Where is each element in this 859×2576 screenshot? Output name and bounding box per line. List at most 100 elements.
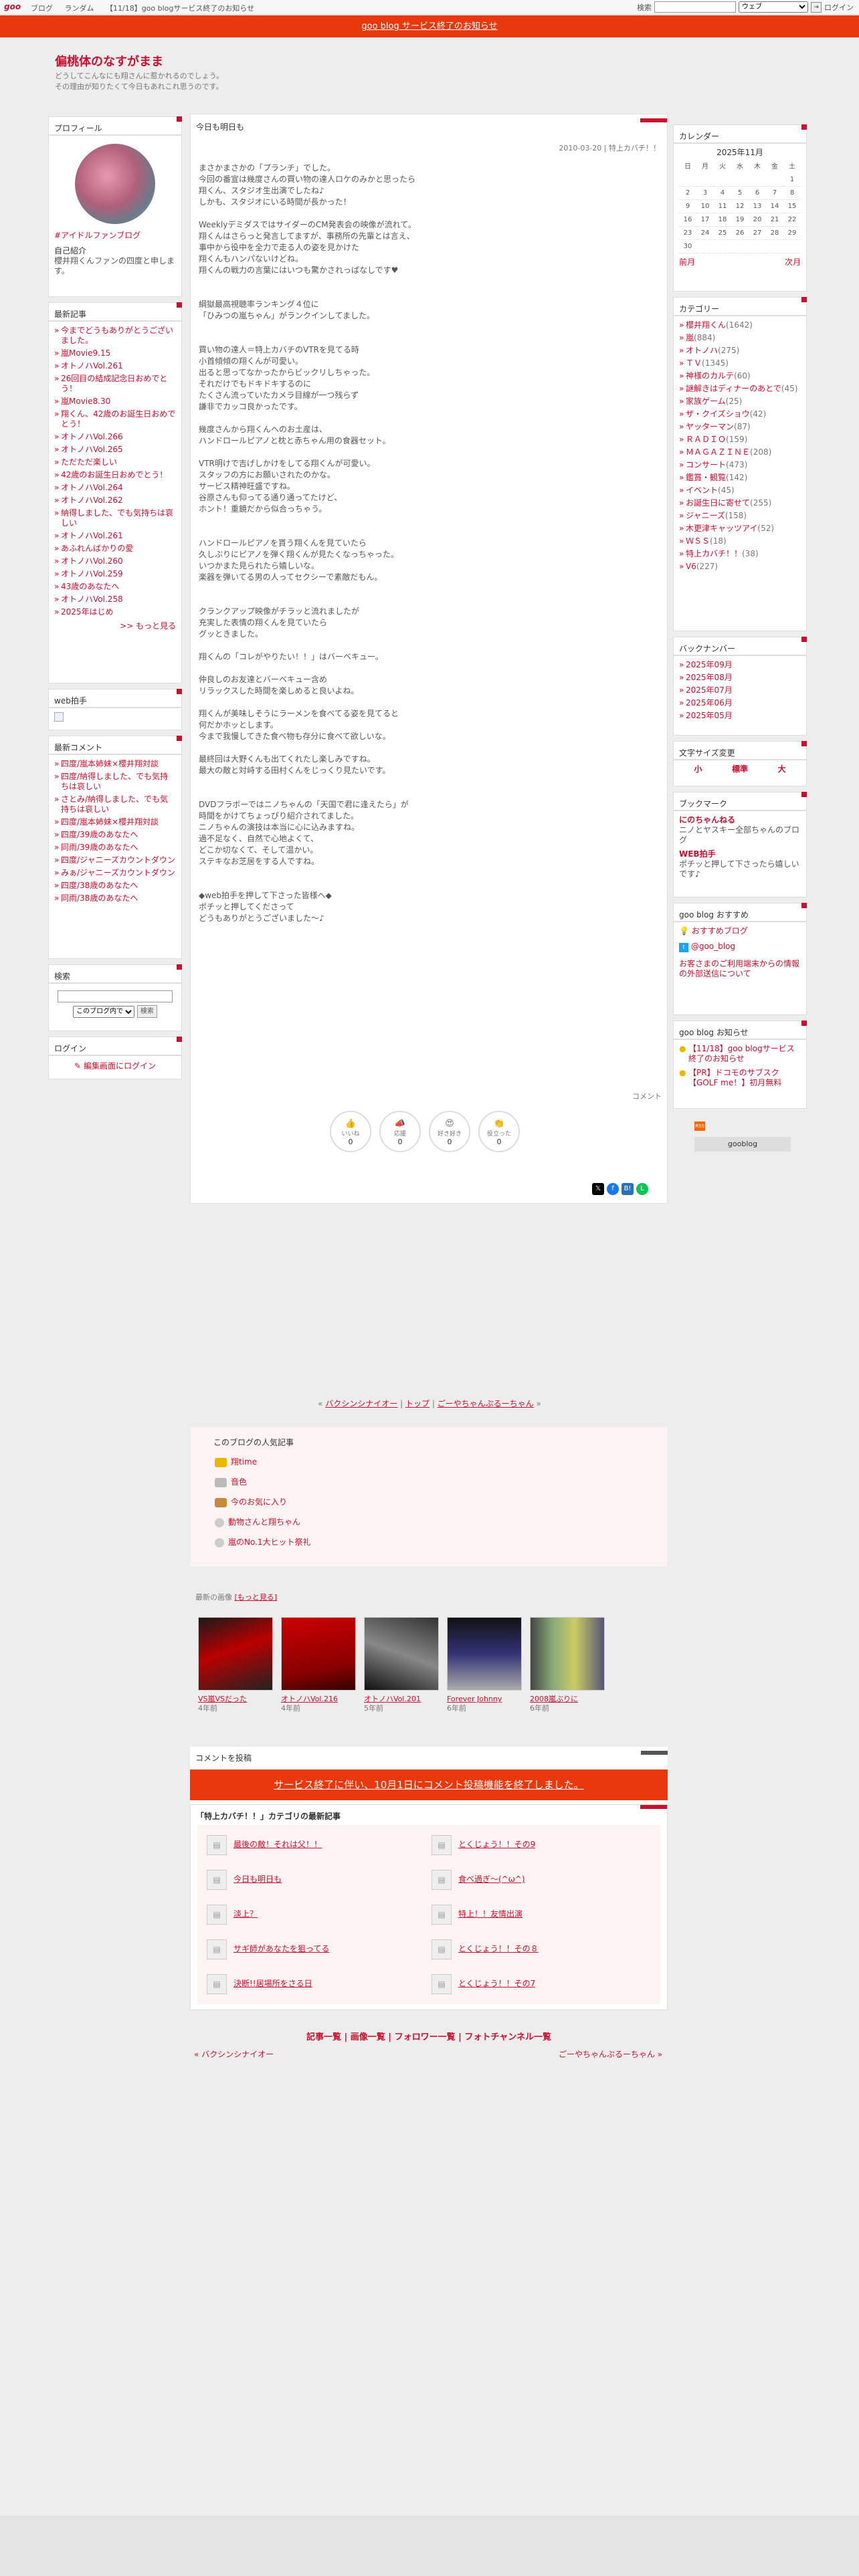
more-link[interactable]: >> もっと見る — [54, 621, 176, 631]
category-article-link[interactable]: ▤ とくじょう！！その7 — [432, 1973, 535, 1994]
category-article-link[interactable]: ▤ 特上！！友情出演 — [432, 1904, 522, 1925]
recent-comment-link[interactable]: 四度/嵐本姉妹×櫻井翔対談 — [54, 817, 176, 827]
category-article-title[interactable]: とくじょう！！その８ — [458, 1944, 539, 1953]
backnumber-link[interactable]: 2025年07月 — [679, 685, 801, 695]
gooblog-logo[interactable]: gooblog — [694, 1137, 791, 1152]
category-item[interactable]: コンサート(473) — [679, 460, 801, 470]
profile-name[interactable]: #アイドルファンブログ — [54, 231, 176, 241]
recent-post-link[interactable]: 43歳のあなたへ — [54, 582, 176, 592]
blog-search-input[interactable] — [58, 990, 173, 1002]
category-article-link[interactable]: ▤ とくじょう！！その８ — [432, 1939, 539, 1959]
category-article-link[interactable]: ▤ サギ師があなたを狙ってる — [207, 1939, 329, 1959]
category-item[interactable]: お誕生日に寄せて(255) — [679, 498, 801, 508]
category-item[interactable]: ＲＡＤＩＯ(159) — [679, 435, 801, 445]
bookmark-link-2[interactable]: WEB拍手 — [679, 849, 801, 859]
recent-post-link[interactable]: 嵐Movie8.30 — [54, 397, 176, 407]
category-article-title[interactable]: 最後の敵！それは父！！ — [233, 1840, 322, 1849]
notice-link-2[interactable]: 【PR】ドコモのサブスク【GOLF me！】初月無料 — [688, 1068, 781, 1087]
category-link[interactable]: 櫻井翔くん — [686, 320, 726, 330]
footer-next-link[interactable]: ごーやちゃんぷるーちゃん » — [559, 2048, 662, 2060]
category-article-link[interactable]: ▤ 決断!!居場所をさる日 — [207, 1973, 312, 1994]
category-link[interactable]: お誕生日に寄せて — [686, 498, 750, 508]
banner-link[interactable]: goo blog サービス終了のお知らせ — [361, 21, 497, 31]
category-link[interactable]: コンサート — [686, 460, 726, 469]
facebook-share-icon[interactable]: f — [607, 1183, 619, 1195]
search-input[interactable] — [654, 1, 736, 13]
web-clap-image-icon[interactable] — [54, 712, 64, 722]
category-link[interactable]: 謎解きはディナーのあとで — [686, 384, 781, 393]
recent-post-link[interactable]: オトノハVol.265 — [54, 445, 176, 455]
post-meta[interactable]: 2010-03-20 | 特上カバチ！！ — [559, 142, 660, 153]
footer-prev-link[interactable]: « バクシンシナイオー — [194, 2048, 274, 2060]
category-link[interactable]: ザ・クイズショウ — [686, 409, 750, 419]
twitter-link[interactable]: @goo_blog — [691, 942, 735, 951]
recent-comment-link[interactable]: 四度/ジャニーズカウントダウン — [54, 855, 176, 865]
popular-item-1[interactable]: 翔time — [215, 1455, 257, 1469]
login-link[interactable]: ログイン — [824, 2, 854, 13]
category-link[interactable]: 特上カバチ！！ — [686, 549, 742, 558]
recommend-blog-link[interactable]: おすすめブログ — [692, 926, 748, 936]
recent-post-link[interactable]: オトノハVol.258 — [54, 595, 176, 605]
category-article-title[interactable]: 決断!!居場所をさる日 — [233, 1979, 312, 1988]
popular-item-5[interactable]: 嵐のNo.1大ヒット祭礼 — [215, 1535, 311, 1549]
nav-notice[interactable]: 【11/18】goo blogサービス終了のお知らせ — [106, 4, 254, 13]
bookmark-link-1[interactable]: にのちゃんねる — [679, 815, 801, 825]
category-item[interactable]: 木更津キャッツアイ(52) — [679, 524, 801, 534]
popular-item-4[interactable]: 動物さんと翔ちゃん — [215, 1515, 300, 1529]
recent-post-link[interactable]: オトノハVol.260 — [54, 556, 176, 566]
category-item[interactable]: ザ・クイズショウ(42) — [679, 409, 801, 419]
reaction-love[interactable]: 😍 好き好き 0 — [429, 1111, 470, 1152]
recent-comment-link[interactable]: 同雨/39歳のあなたへ — [54, 843, 176, 853]
recent-post-link[interactable]: 納得しました、でも気持ちは哀しい — [54, 508, 176, 528]
category-item[interactable]: 櫻井翔くん(1642) — [679, 320, 801, 330]
recent-post-link[interactable]: オトノハVol.261 — [54, 361, 176, 371]
category-link[interactable]: ＭＡＧＡＺＩＮＥ — [686, 447, 750, 457]
category-item[interactable]: ヤッターマン(87) — [679, 422, 801, 432]
next-post-link[interactable]: ごーやちゃんぷるーちゃん — [438, 1399, 534, 1408]
recent-post-link[interactable]: 26回目の結成記念日おめでとう！ — [54, 374, 176, 394]
category-item[interactable]: 神様のカルテ(60) — [679, 371, 801, 381]
popular-item-3[interactable]: 今のお気に入り — [215, 1495, 287, 1509]
category-link[interactable]: 木更津キャッツアイ — [686, 524, 757, 533]
top-link[interactable]: トップ — [405, 1399, 430, 1408]
category-item[interactable]: ＷＳＳ(18) — [679, 536, 801, 546]
category-item[interactable]: 家族ゲーム(25) — [679, 397, 801, 407]
service-end-banner[interactable]: goo blog サービス終了のお知らせ — [0, 15, 859, 37]
category-link[interactable]: V6 — [686, 562, 696, 571]
recent-post-link[interactable]: オトノハVol.266 — [54, 432, 176, 442]
recent-post-link[interactable]: オトノハVol.261 — [54, 531, 176, 541]
category-article-link[interactable]: ▤ 今日も明日も — [207, 1869, 282, 1890]
recent-comment-link[interactable]: 四度/嵐本姉妹×櫻井翔対談 — [54, 759, 176, 769]
category-article-title[interactable]: 特上！！友情出演 — [458, 1909, 522, 1919]
font-small-button[interactable]: 小 — [694, 764, 702, 774]
category-link[interactable]: 家族ゲーム — [686, 397, 726, 406]
category-article-link[interactable]: ▤ 食べ過ぎ〜(^ω^) — [432, 1869, 525, 1890]
blog-title[interactable]: 偏桃体のなすがまま — [55, 52, 163, 70]
recent-post-link[interactable]: あふれんばかりの愛 — [54, 544, 176, 554]
category-article-title[interactable]: 今日も明日も — [233, 1874, 282, 1884]
category-article-title[interactable]: とくじょう！！その9 — [458, 1840, 535, 1849]
recent-post-link[interactable]: 42歳のお誕生日おめでとう！ — [54, 470, 176, 480]
reaction-useful[interactable]: 👏 役立った 0 — [478, 1111, 520, 1152]
rss-icon[interactable]: RSS — [694, 1121, 705, 1131]
backnumber-link[interactable]: 2025年09月 — [679, 660, 801, 670]
post-title[interactable]: 今日も明日も — [196, 121, 244, 132]
recent-post-link[interactable]: オトノハVol.262 — [54, 496, 176, 506]
popular-item-2[interactable]: 音色 — [215, 1475, 247, 1489]
image-thumb[interactable] — [281, 1617, 356, 1691]
category-link[interactable]: イベント — [686, 486, 718, 495]
category-link[interactable]: ジャニーズ — [686, 511, 725, 520]
category-article-title[interactable]: 食べ過ぎ〜(^ω^) — [458, 1874, 525, 1884]
next-month-link[interactable]: 次月 — [785, 257, 801, 267]
images-more-link[interactable]: [もっと見る] — [235, 1593, 278, 1602]
nav-random[interactable]: ランダム — [65, 4, 94, 13]
category-item[interactable]: 特上カバチ！！(38) — [679, 549, 801, 559]
category-link[interactable]: ＲＡＤＩＯ — [686, 435, 726, 444]
category-link[interactable]: ヤッターマン — [686, 422, 734, 431]
recent-comment-link[interactable]: さとみ/納得しました、でも気持ちは哀しい — [54, 794, 176, 815]
comment-label[interactable]: コメント — [632, 1091, 662, 1101]
line-share-icon[interactable]: L — [636, 1183, 648, 1195]
recent-post-link[interactable]: 今までどうもありがとうございました。 — [54, 326, 176, 346]
recent-comment-link[interactable]: みぁ/ジャニーズカウントダウン — [54, 868, 176, 878]
login-icon[interactable]: ⇥ — [811, 1, 822, 13]
